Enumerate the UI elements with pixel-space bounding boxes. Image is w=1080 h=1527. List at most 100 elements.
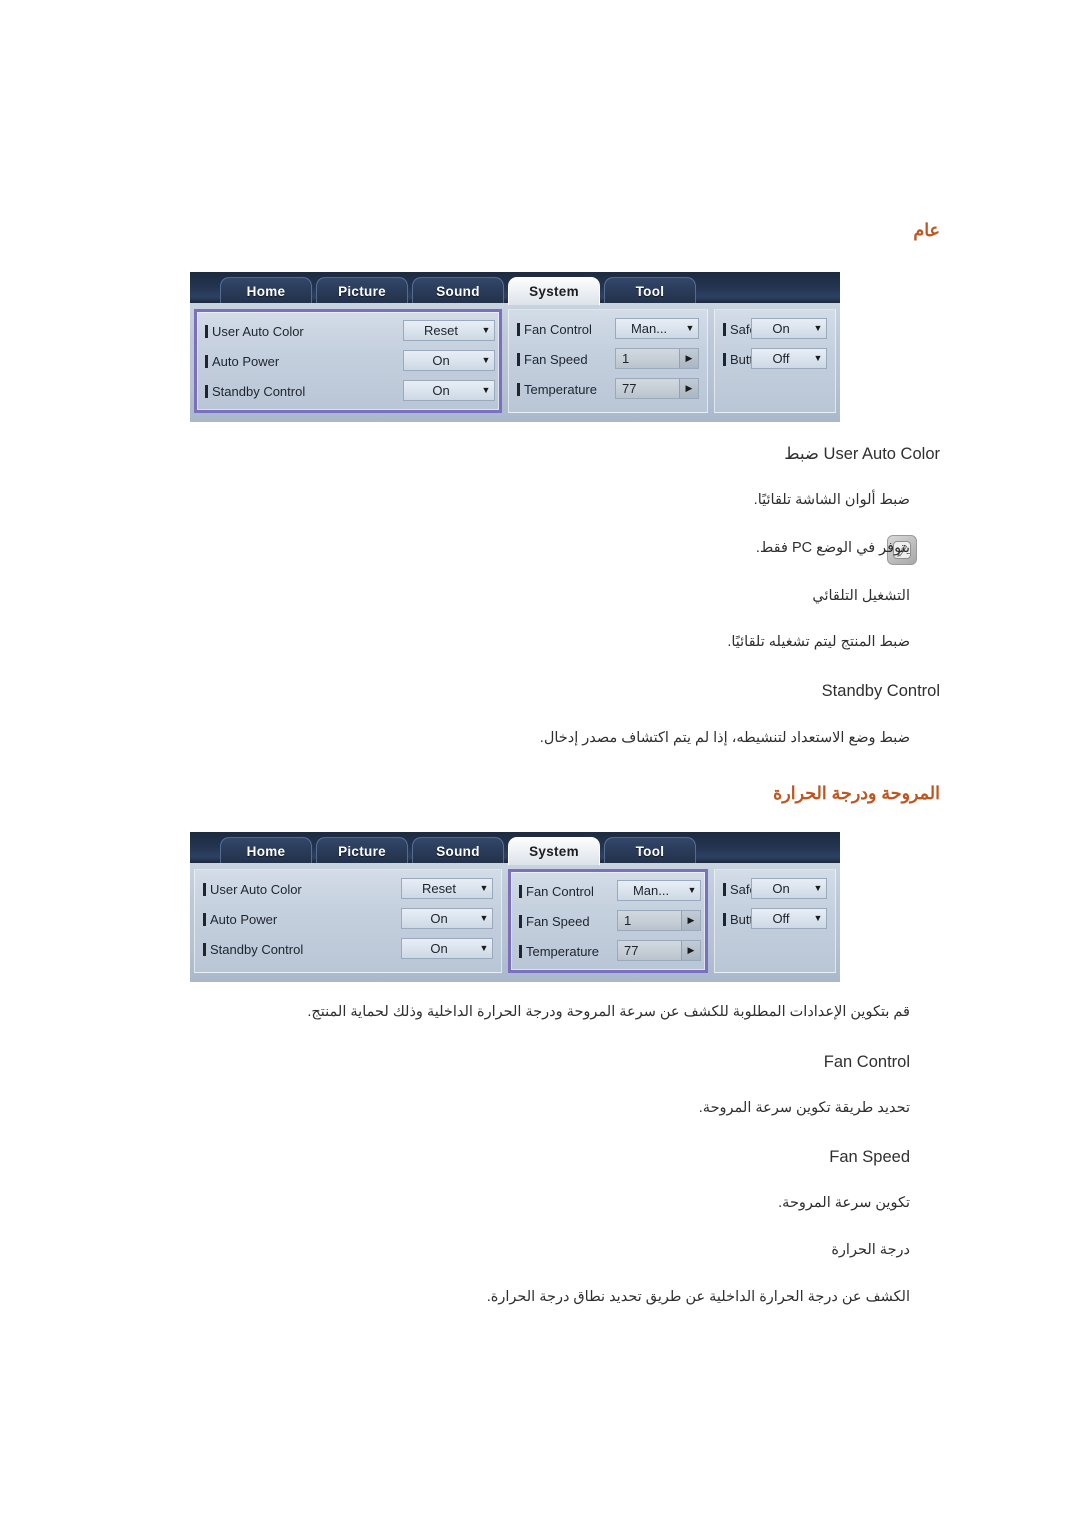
osd-tabbar: Home Picture Sound System Tool [190,832,840,865]
chevron-right-icon[interactable]: ▶ [681,911,700,930]
osd-row: Fan Control Man... ▼ [517,317,701,341]
osd-tab-picture[interactable]: Picture [316,277,408,305]
osd-general-column: User Auto Color Reset ▼ Auto Power On ▼ Standb… [194,869,502,973]
chevron-down-icon[interactable]: ▼ [478,386,494,395]
osd-row-label: Auto Power [212,353,280,369]
osd-tab-home[interactable]: Home [220,277,312,305]
osd-spinner-temperature[interactable]: 77 ▶ [615,378,699,399]
osd-row: Temperature 77 ▶ [517,377,701,401]
osd-field-value: On [432,353,450,368]
chevron-down-icon[interactable]: ▼ [476,944,492,953]
subheading-user-auto-color: ضبط User Auto Color [784,445,940,463]
osd-row-label: User Auto Color [210,881,302,897]
subheading-standby-control: Standby Control [821,682,940,700]
osd-row: Fan Speed 1 ▶ [517,347,701,371]
osd-field-value: 77 [624,943,639,958]
osd-spinner-fan-speed[interactable]: 1 ▶ [615,348,699,369]
osd-row: Fan Control Man... ▼ [519,879,703,903]
osd-tab-tool[interactable]: Tool [604,837,696,865]
chevron-down-icon[interactable]: ▼ [810,324,826,333]
osd-dropdown-button-lock[interactable]: Off ▼ [751,908,827,929]
osd-dropdown-user-auto-color[interactable]: Reset ▼ [401,878,493,899]
osd-row: Fan Speed 1 ▶ [519,909,703,933]
chevron-down-icon[interactable]: ▼ [476,914,492,923]
osd-row: User Auto Color Reset ▼ [205,319,497,343]
osd-tab-sound[interactable]: Sound [412,837,504,865]
osd-dropdown-user-auto-color[interactable]: Reset ▼ [403,320,495,341]
osd-row-label: Fan Control [524,321,592,337]
bullet-bar-icon [517,382,520,396]
osd-dropdown-standby-control[interactable]: On ▼ [401,938,493,959]
osd-field-value: Man... [630,321,668,336]
subheading-fan-control: Fan Control [823,1053,910,1071]
bullet-bar-icon [517,322,520,336]
osd-field-value: On [432,383,450,398]
osd-row-label: Fan Control [526,883,594,899]
osd-dropdown-safety-lock[interactable]: On ▼ [751,318,827,339]
osd-lock-column: Safety LockOn▼Button LockOff▼ [714,869,836,973]
chevron-right-icon[interactable]: ▶ [679,349,698,368]
osd-dropdown-fan-control[interactable]: Man... ▼ [617,880,701,901]
osd-dropdown-auto-power[interactable]: On ▼ [403,350,495,371]
osd-spinner-fan-speed[interactable]: 1 ▶ [617,910,701,931]
osd-row: Standby Control On ▼ [205,379,497,403]
osd-tab-picture[interactable]: Picture [316,837,408,865]
osd-field-value: 77 [622,381,637,396]
chevron-down-icon[interactable]: ▼ [684,886,700,895]
document-page: عام Home Picture Sound System Tool User Auto… [0,0,1080,1527]
osd-field-value: On [772,321,790,336]
osd-dropdown-safety-lock[interactable]: On ▼ [751,878,827,899]
osd-field-value: On [430,941,448,956]
osd-tab-sound[interactable]: Sound [412,277,504,305]
bullet-bar-icon [205,354,208,368]
chevron-right-icon[interactable]: ▶ [679,379,698,398]
osd-field-value: Off [772,351,790,366]
osd-field-value: 1 [624,913,632,928]
osd-screenshot-general: Home Picture Sound System Tool User Auto Col… [190,272,840,422]
osd-field-value: Reset [422,881,456,896]
osd-row-label: Auto Power [210,911,278,927]
desc-auto-power: ضبط المنتج ليتم تشغيله تلقائيًا. [727,634,910,650]
chevron-down-icon[interactable]: ▼ [810,354,826,363]
osd-tab-system[interactable]: System [508,277,600,305]
bullet-bar-icon [517,352,520,366]
osd-row-label: Fan Speed [526,913,590,929]
osd-dropdown-button-lock[interactable]: Off ▼ [751,348,827,369]
chevron-down-icon[interactable]: ▼ [810,914,826,923]
osd-screenshot-fan-temperature: Home Picture Sound System Tool User Auto Col… [190,832,840,982]
osd-dropdown-standby-control[interactable]: On ▼ [403,380,495,401]
osd-spinner-temperature[interactable]: 77 ▶ [617,940,701,961]
bullet-bar-icon [723,882,726,896]
bullet-bar-icon [723,322,726,336]
osd-tab-tool[interactable]: Tool [604,277,696,305]
chevron-down-icon[interactable]: ▼ [810,884,826,893]
osd-tab-home[interactable]: Home [220,837,312,865]
osd-fan-temperature-column: Fan Control Man... ▼ Fan Speed 1 ▶ Temperature… [508,869,708,973]
osd-dropdown-auto-power[interactable]: On ▼ [401,908,493,929]
bullet-bar-icon [519,884,522,898]
osd-lock-column: Safety LockOn▼Button LockOff▼ [714,309,836,413]
osd-row-label: Temperature [524,381,597,397]
osd-field-value: Man... [632,883,670,898]
osd-row: User Auto Color Reset ▼ [203,877,495,901]
bullet-bar-icon [519,944,522,958]
osd-tab-system[interactable]: System [508,837,600,865]
chevron-down-icon[interactable]: ▼ [478,356,494,365]
osd-row: Standby Control On ▼ [203,937,495,961]
chevron-down-icon[interactable]: ▼ [478,326,494,335]
chevron-right-icon[interactable]: ▶ [681,941,700,960]
osd-field-value: On [772,881,790,896]
chevron-down-icon[interactable]: ▼ [682,324,698,333]
section-heading-fan-temperature: المروحة ودرجة الحرارة [773,783,940,803]
desc-fan-speed: تكوين سرعة المروحة. [778,1195,910,1211]
osd-row-label: Temperature [526,943,599,959]
osd-row: Button LockOff▼ [723,347,829,371]
osd-tabbar: Home Picture Sound System Tool [190,272,840,305]
subheading-auto-power-ar: التشغيل التلقائي [812,588,910,604]
osd-row: Auto Power On ▼ [205,349,497,373]
bullet-bar-icon [203,942,206,956]
chevron-down-icon[interactable]: ▼ [476,884,492,893]
osd-dropdown-fan-control[interactable]: Man... ▼ [615,318,699,339]
desc-fan-temperature-intro: قم بتكوين الإعدادات المطلوبة للكشف عن سر… [307,1004,910,1020]
osd-body: User Auto Color Reset ▼ Auto Power On ▼ Standb… [190,863,840,982]
